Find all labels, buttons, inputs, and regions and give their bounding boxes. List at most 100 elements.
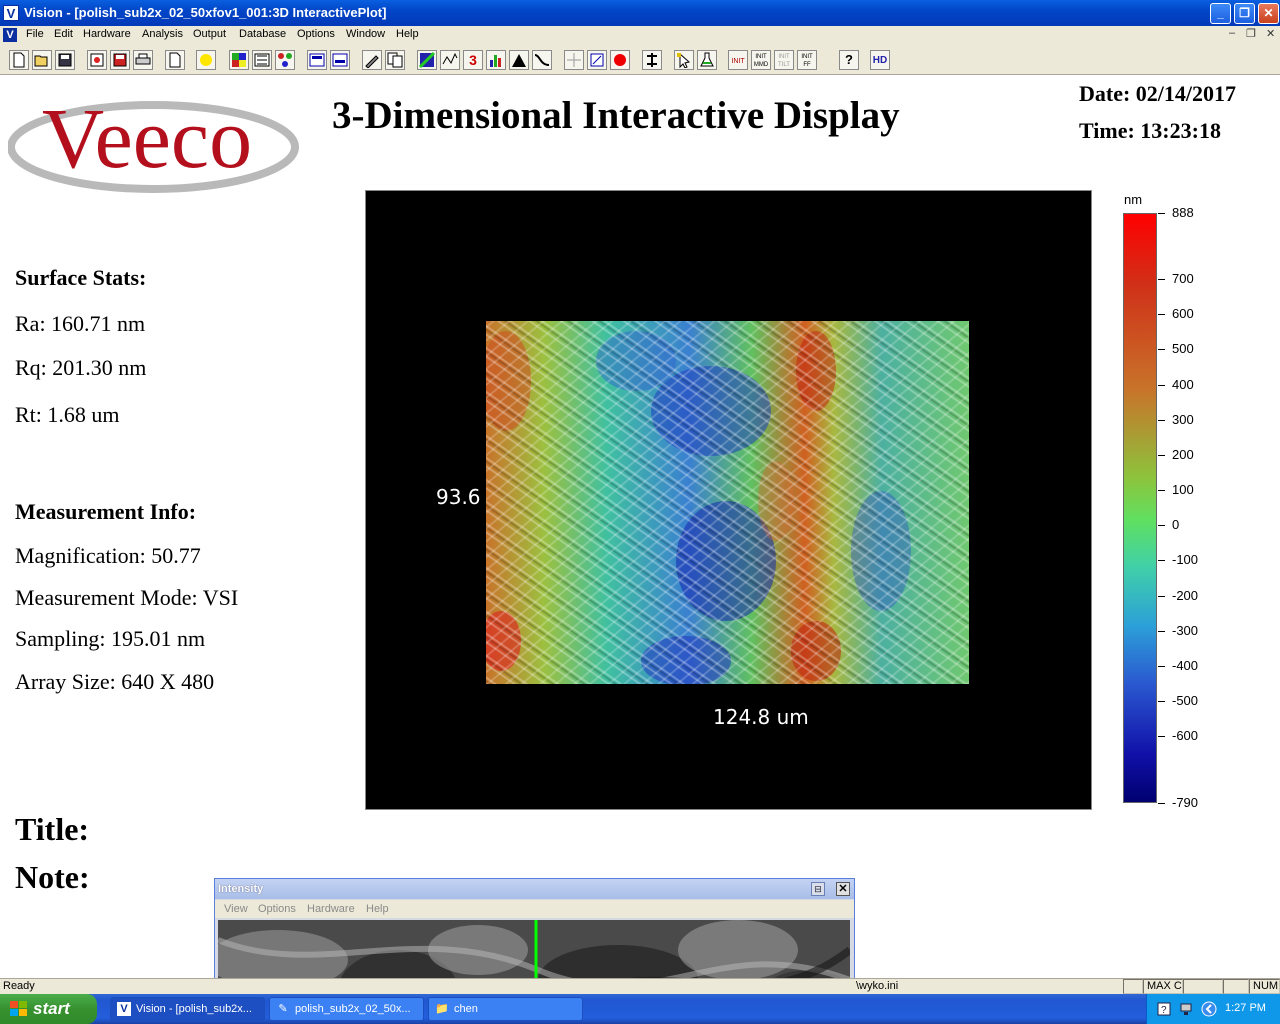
report-icon[interactable]	[307, 50, 327, 70]
colorbar-tick	[1158, 349, 1165, 351]
colorbar-tick	[1158, 419, 1165, 421]
pencil-icon[interactable]	[362, 50, 382, 70]
init-mmd-icon-label: INIT MMD	[753, 54, 769, 68]
align-icon[interactable]	[642, 50, 662, 70]
ra-value: Ra: 160.71 nm	[15, 311, 146, 336]
network-tray-icon[interactable]	[1179, 1002, 1193, 1016]
print-icon[interactable]	[133, 50, 153, 70]
menu-help[interactable]: Help	[396, 28, 419, 40]
pointer-icon[interactable]	[674, 50, 694, 70]
surface-height-map[interactable]	[486, 321, 969, 684]
folder-task-icon: 📁	[435, 1003, 449, 1015]
colorbar-label: 200	[1172, 446, 1194, 462]
task-folder[interactable]: 📁 chen	[428, 997, 583, 1021]
init-icon[interactable]: INIT	[728, 50, 748, 70]
record-icon[interactable]	[610, 50, 630, 70]
menu-window[interactable]: Window	[346, 28, 385, 40]
colorbar-tick	[1158, 595, 1165, 597]
pin-icon[interactable]: ⊟	[811, 882, 825, 896]
intensity-menu-options[interactable]: Options	[258, 903, 296, 915]
mdi-minimize-button[interactable]: –	[1229, 27, 1235, 39]
page-icon[interactable]	[165, 50, 185, 70]
print-preview-icon[interactable]	[87, 50, 107, 70]
surface-plot[interactable]: 93.6 124.8 um	[365, 190, 1092, 810]
svg-text:Veeco: Veeco	[42, 90, 252, 186]
colorbar-tick	[1158, 701, 1165, 703]
histogram-icon[interactable]	[486, 50, 506, 70]
magnification-value: Magnification: 50.77	[15, 543, 201, 568]
flask-icon[interactable]	[697, 50, 717, 70]
minimize-button[interactable]: _	[1210, 3, 1231, 24]
init-mmd-icon[interactable]: INIT MMD	[751, 50, 771, 70]
start-button[interactable]: start	[0, 994, 97, 1024]
mdi-restore-button[interactable]: ❐	[1246, 27, 1256, 40]
menu-output[interactable]: Output	[193, 28, 226, 40]
menu-options[interactable]: Options	[297, 28, 335, 40]
mdi-app-icon[interactable]: V	[3, 28, 17, 42]
intensity-close-button[interactable]: ✕	[836, 882, 850, 896]
hd-icon[interactable]: HD	[870, 50, 890, 70]
task-vision-label: Vision - [polish_sub2x...	[136, 1003, 252, 1015]
colorbar-label: 600	[1172, 306, 1194, 322]
intensity-title: Intensity	[218, 883, 264, 895]
help-icon[interactable]: ?	[839, 50, 859, 70]
copy-icon[interactable]	[385, 50, 405, 70]
start-label: start	[33, 999, 70, 1018]
task-vision[interactable]: V Vision - [polish_sub2x...	[110, 997, 265, 1021]
mask-icon[interactable]	[252, 50, 272, 70]
help-tray-icon[interactable]: ?	[1157, 1002, 1171, 1016]
surface-stats-heading: Surface Stats:	[15, 265, 147, 290]
intensity-menu-view[interactable]: View	[224, 903, 248, 915]
intensity-menu-hardware[interactable]: Hardware	[307, 903, 355, 915]
status-text: Ready	[3, 980, 35, 992]
init-tilt-icon[interactable]: INIT TILT	[774, 50, 794, 70]
sampling-value: Sampling: 195.01 nm	[15, 626, 206, 651]
windows-logo-icon	[10, 1001, 27, 1016]
measurement-mode-value: Measurement Mode: VSI	[15, 585, 239, 610]
menu-file[interactable]: File	[26, 28, 44, 40]
menu-hardware[interactable]: Hardware	[83, 28, 131, 40]
menu-analysis[interactable]: Analysis	[142, 28, 183, 40]
rt-value: Rt: 1.68 um	[15, 402, 120, 427]
task-paint[interactable]: ✎ polish_sub2x_02_50x...	[269, 997, 424, 1021]
profile-icon[interactable]	[440, 50, 460, 70]
colorbar-tick	[1158, 525, 1165, 527]
color-dots-icon[interactable]	[275, 50, 295, 70]
status-bar: Ready \wyko.ini MAX C NUM	[0, 978, 1280, 994]
color-map-icon[interactable]	[229, 50, 249, 70]
report2-icon[interactable]	[330, 50, 350, 70]
task-paint-label: polish_sub2x_02_50x...	[295, 1003, 411, 1015]
intensity-title-bar[interactable]: Intensity ⊟ ✕	[215, 879, 854, 899]
mdi-close-button[interactable]: ✕	[1266, 27, 1275, 40]
vision-task-icon: V	[117, 1002, 131, 1016]
menu-edit[interactable]: Edit	[54, 28, 73, 40]
measurement-info-heading: Measurement Info:	[15, 499, 197, 524]
colorbar-tick	[1158, 490, 1165, 492]
save-as-icon[interactable]	[110, 50, 130, 70]
close-button[interactable]: ✕	[1258, 3, 1279, 24]
grid-icon[interactable]	[564, 50, 584, 70]
init-ff-icon[interactable]: INIT FF	[797, 50, 817, 70]
curve-icon[interactable]	[532, 50, 552, 70]
menu-database[interactable]: Database	[239, 28, 286, 40]
colorbar-label: 400	[1172, 376, 1194, 392]
save-icon[interactable]	[55, 50, 75, 70]
peak-icon[interactable]	[509, 50, 529, 70]
open-icon[interactable]	[32, 50, 52, 70]
menu-bar: V File Edit Hardware Analysis Output Dat…	[0, 26, 1280, 45]
contour-icon[interactable]	[417, 50, 437, 70]
status-cell-1	[1123, 979, 1143, 994]
colorbar-tick	[1158, 560, 1165, 562]
colorbar-label: -400	[1172, 657, 1199, 673]
new-icon[interactable]	[9, 50, 29, 70]
colorbar-tick	[1158, 213, 1165, 214]
restore-button[interactable]: ❐	[1234, 3, 1255, 24]
ruler-icon[interactable]	[587, 50, 607, 70]
app-icon[interactable]: V	[3, 5, 19, 21]
light-icon[interactable]	[196, 50, 216, 70]
status-cell-4	[1223, 979, 1249, 994]
chevron-left-icon[interactable]	[1201, 1001, 1217, 1017]
intensity-menu-help[interactable]: Help	[366, 903, 389, 915]
3d-icon[interactable]: 3	[463, 50, 483, 70]
colorbar-label: -300	[1172, 622, 1199, 638]
